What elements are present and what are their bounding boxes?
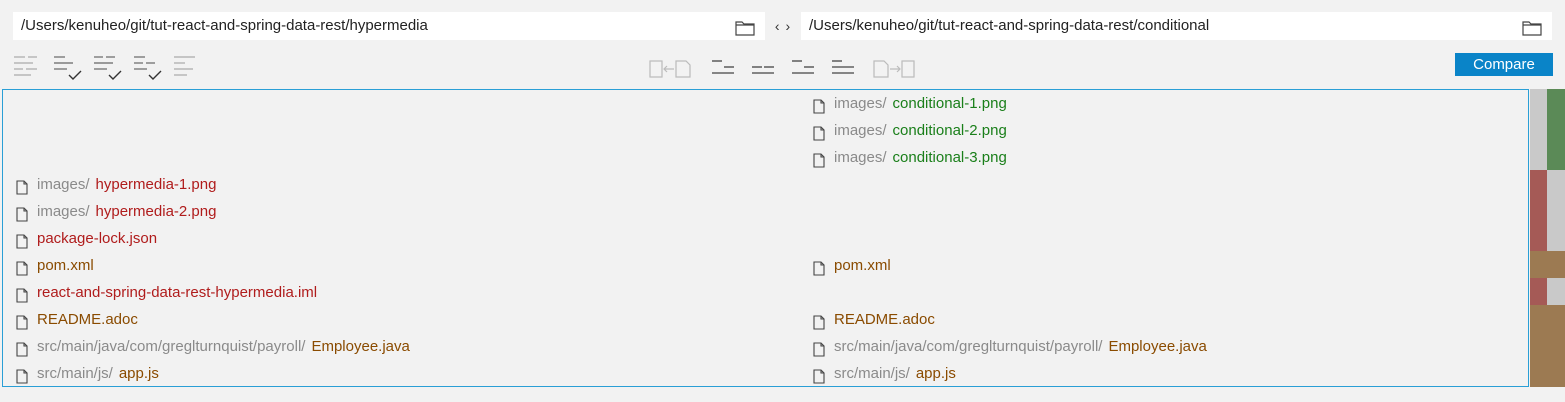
file-row-left[interactable]: src/main/java/com/greglturnquist/payroll… [16, 333, 410, 360]
right-path-field[interactable]: /Users/kenuheo/git/tut-react-and-spring-… [801, 12, 1552, 40]
file-directory: images/ [834, 122, 887, 139]
file-name: Employee.java [1108, 338, 1207, 355]
left-path-field[interactable]: /Users/kenuheo/git/tut-react-and-spring-… [13, 12, 765, 40]
swap-paths-icon[interactable]: ‹ › [772, 17, 794, 35]
file-list-panel: images/conditional-1.png images/condition… [2, 89, 1529, 387]
file-icon [813, 366, 825, 384]
file-row-right[interactable]: pom.xml [813, 252, 891, 279]
file-row-left[interactable]: images/hypermedia-2.png [16, 198, 216, 225]
file-name: README.adoc [834, 311, 935, 328]
file-name: react-and-spring-data-rest-hypermedia.im… [37, 284, 318, 301]
file-icon [16, 339, 28, 357]
file-directory: images/ [37, 203, 90, 220]
show-identical-icon[interactable] [173, 53, 199, 83]
file-icon [813, 312, 825, 330]
file-row-right[interactable]: images/conditional-2.png [813, 117, 1007, 144]
overview-changed-block [1530, 305, 1565, 387]
overview-removed-block [1530, 170, 1547, 251]
overview-added-block [1547, 89, 1565, 170]
file-row-left[interactable]: README.adoc [16, 306, 138, 333]
file-name: pom.xml [37, 257, 94, 274]
next-diff-icon[interactable] [710, 53, 736, 83]
copy-to-left-icon[interactable] [648, 53, 691, 83]
file-icon [16, 204, 28, 222]
last-diff-icon[interactable] [830, 53, 856, 83]
file-icon [813, 339, 825, 357]
file-name: conditional-3.png [892, 149, 1007, 166]
show-different-icon[interactable] [53, 53, 82, 83]
copy-to-right-icon[interactable] [872, 53, 915, 83]
file-row-left[interactable]: images/hypermedia-1.png [16, 171, 216, 198]
file-row-left[interactable]: src/main/js/app.js [16, 360, 159, 387]
folder-icon[interactable] [1522, 18, 1542, 36]
overview-changed-block [1530, 251, 1565, 278]
file-row-right[interactable]: images/conditional-1.png [813, 90, 1007, 117]
diff-overview-bar[interactable] [1530, 89, 1565, 387]
file-name: Employee.java [311, 338, 410, 355]
file-row-left[interactable]: package-lock.json [16, 225, 157, 252]
file-icon [16, 312, 28, 330]
first-diff-icon[interactable] [790, 53, 816, 83]
file-row-right[interactable]: README.adoc [813, 306, 935, 333]
overview-gap [1547, 170, 1565, 251]
file-name: hypermedia-2.png [95, 203, 217, 220]
file-icon [16, 231, 28, 249]
left-path-text: /Users/kenuheo/git/tut-react-and-spring-… [21, 17, 428, 34]
file-name: conditional-2.png [892, 122, 1007, 139]
file-name: hypermedia-1.png [95, 176, 217, 193]
overview-gap [1547, 278, 1565, 305]
show-all-icon[interactable] [13, 53, 39, 83]
file-icon [16, 177, 28, 195]
file-directory: images/ [834, 149, 887, 166]
overview-removed-block [1530, 278, 1547, 305]
file-directory: src/main/java/com/greglturnquist/payroll… [834, 338, 1103, 355]
compare-button[interactable]: Compare [1455, 53, 1553, 76]
file-icon [813, 123, 825, 141]
file-directory: images/ [37, 176, 90, 193]
file-name: app.js [915, 365, 956, 382]
overview-gap [1530, 89, 1547, 170]
file-icon [813, 150, 825, 168]
file-icon [813, 96, 825, 114]
file-icon [16, 366, 28, 384]
show-new-right-icon[interactable] [133, 53, 162, 83]
file-directory: src/main/java/com/greglturnquist/payroll… [37, 338, 306, 355]
file-icon [813, 258, 825, 276]
file-directory: src/main/js/ [834, 365, 910, 382]
folder-icon[interactable] [735, 18, 755, 36]
file-name: app.js [118, 365, 159, 382]
file-directory: src/main/js/ [37, 365, 113, 382]
file-row-left[interactable]: pom.xml [16, 252, 94, 279]
file-name: pom.xml [834, 257, 891, 274]
show-new-left-icon[interactable] [93, 53, 122, 83]
file-name: package-lock.json [37, 230, 158, 247]
file-name: README.adoc [37, 311, 138, 328]
file-icon [16, 285, 28, 303]
file-name: conditional-1.png [892, 95, 1007, 112]
file-icon [16, 258, 28, 276]
right-path-text: /Users/kenuheo/git/tut-react-and-spring-… [809, 17, 1210, 34]
file-directory: images/ [834, 95, 887, 112]
file-row-right[interactable]: src/main/java/com/greglturnquist/payroll… [813, 333, 1207, 360]
file-row-right[interactable]: src/main/js/app.js [813, 360, 956, 387]
prev-diff-icon[interactable] [750, 53, 776, 83]
file-row-left[interactable]: react-and-spring-data-rest-hypermedia.im… [16, 279, 317, 306]
file-row-right[interactable]: images/conditional-3.png [813, 144, 1007, 171]
